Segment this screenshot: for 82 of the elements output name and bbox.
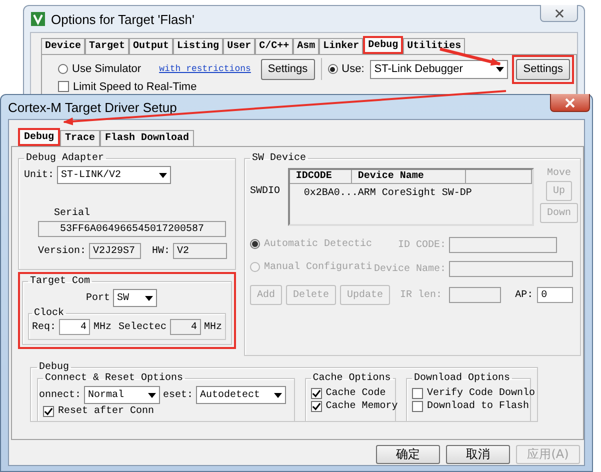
annotation-arrow — [440, 48, 501, 66]
radio-button[interactable]: Use Simulator — [58, 63, 142, 75]
tab[interactable]: User — [223, 38, 256, 54]
input-field[interactable]: 0 — [537, 287, 574, 303]
label: Port — [86, 292, 110, 304]
group-title: Connect & Reset Options — [44, 373, 184, 384]
readout-field: 4 — [170, 319, 201, 335]
tab[interactable]: Utilities — [403, 38, 466, 54]
caret-icon — [496, 66, 504, 72]
label: eset: — [163, 390, 194, 400]
close-button[interactable] — [550, 94, 590, 112]
label: SWDIO — [250, 186, 282, 197]
window-title: Cortex-M Target Driver Setup — [8, 100, 177, 114]
checkbox[interactable]: Reset after Conn — [43, 406, 154, 417]
button[interactable]: 确定 — [376, 445, 440, 464]
label: IR len: — [400, 290, 444, 300]
group-title: Clock — [33, 308, 66, 319]
dropdown[interactable]: ST-Link Debugger — [370, 60, 508, 78]
settings-button[interactable]: Settings — [260, 58, 315, 80]
label: Move — [546, 168, 571, 179]
checkbox[interactable]: Verify Code Downlo — [412, 388, 536, 399]
input-field[interactable] — [449, 287, 502, 303]
group-title: Cache Options — [312, 373, 392, 384]
label: Version: — [38, 246, 86, 256]
column-header — [466, 170, 532, 184]
column-header: Device Name — [352, 170, 466, 184]
group-title: Debug Adapter — [25, 153, 106, 164]
checkbox[interactable]: Limit Speed to Real-Time — [58, 80, 197, 92]
group-title: Download Options — [413, 373, 512, 384]
group-title: Target Com — [29, 276, 92, 287]
input-field[interactable] — [449, 237, 557, 253]
button[interactable]: 取消 — [446, 445, 510, 464]
dropdown[interactable]: Autodetect — [196, 386, 286, 404]
tab[interactable]: Target — [85, 38, 130, 54]
label: Serial — [54, 208, 90, 219]
column-header: IDCODE — [290, 170, 352, 184]
caret-icon — [274, 392, 282, 398]
close-icon — [554, 8, 564, 18]
label: Req: — [32, 322, 56, 332]
checkbox[interactable]: Download to Flash — [412, 401, 530, 412]
label: HW: — [152, 246, 170, 256]
group-title: Debug — [38, 362, 70, 373]
close-button[interactable] — [540, 5, 578, 22]
label: Selectec — [118, 322, 167, 332]
tab[interactable]: C/C++ — [255, 38, 294, 54]
dropdown[interactable]: Normal — [84, 386, 160, 404]
input-field[interactable] — [449, 261, 573, 277]
caret-icon — [145, 296, 154, 300]
readout-field: 53FF6A064966545017200587 — [38, 221, 226, 237]
tab[interactable]: Listing — [173, 38, 224, 54]
input-field[interactable]: 4 — [59, 319, 90, 335]
tab[interactable]: Linker — [319, 38, 364, 54]
label: MHz — [204, 322, 222, 332]
radio-button[interactable]: Use: — [328, 63, 364, 75]
readout-field: V2 — [173, 243, 228, 259]
tab[interactable]: Debug — [363, 36, 404, 54]
tab[interactable]: Flash Download — [100, 130, 194, 146]
dropdown[interactable]: ST-LINK/V2 — [57, 166, 172, 184]
settings-button[interactable]: Settings — [516, 58, 570, 80]
tab[interactable]: Asm — [293, 38, 320, 54]
readout-field: V2J29S7 — [89, 243, 142, 259]
checkbox[interactable]: Cache Memory — [310, 401, 398, 412]
dropdown[interactable]: SW — [113, 289, 158, 307]
label: Device Name: — [374, 264, 448, 274]
label: ID CODE: — [396, 240, 447, 250]
label: AP: — [515, 290, 534, 300]
tab[interactable]: Device — [41, 38, 86, 54]
tab[interactable]: Trace — [60, 130, 100, 146]
restrictions-link[interactable]: with restrictions — [159, 64, 251, 74]
checkbox[interactable]: Cache Code — [310, 388, 386, 399]
checkmark-icon — [44, 407, 53, 416]
window-title: Options for Target 'Flash' — [51, 12, 194, 26]
label: MHz — [93, 322, 112, 332]
app-icon — [31, 12, 45, 26]
close-icon — [565, 98, 575, 108]
label: Unit: — [24, 170, 54, 180]
caret-icon — [159, 172, 168, 178]
tab[interactable]: Debug — [18, 128, 60, 146]
group-title: SW Device — [251, 153, 308, 164]
label: onnect: — [39, 390, 82, 400]
tab[interactable]: Output — [129, 38, 174, 54]
caret-icon — [148, 392, 156, 398]
